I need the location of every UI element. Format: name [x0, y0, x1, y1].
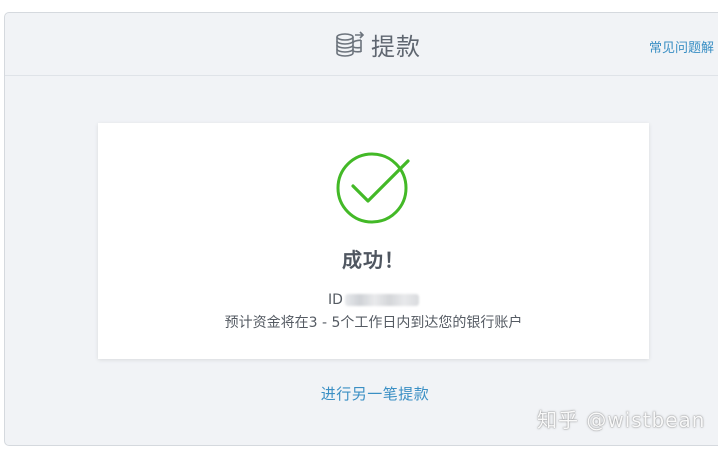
withdrawal-panel: 提款 常见问题解 成功！ ID 预计资金将在3 - 5个工作日内到达您的银行账户… — [4, 12, 718, 446]
check-circle-icon — [336, 152, 410, 224]
redacted-id-value — [344, 294, 419, 306]
coins-withdraw-icon — [336, 30, 365, 57]
panel-header: 提款 常见问题解 — [5, 13, 718, 76]
success-card: 成功！ ID 预计资金将在3 - 5个工作日内到达您的银行账户 — [98, 123, 649, 359]
watermark: 知乎 @wistbean — [537, 408, 706, 432]
success-title: 成功！ — [342, 248, 405, 272]
another-withdrawal-link[interactable]: 进行另一笔提款 — [5, 383, 718, 404]
eta-message: 预计资金将在3 - 5个工作日内到达您的银行账户 — [224, 315, 523, 331]
faq-link[interactable]: 常见问题解 — [649, 37, 714, 56]
page-title: 提款 — [335, 27, 421, 62]
page-title-text: 提款 — [371, 33, 421, 61]
transaction-id: ID — [98, 291, 649, 309]
id-label: ID — [328, 292, 343, 308]
